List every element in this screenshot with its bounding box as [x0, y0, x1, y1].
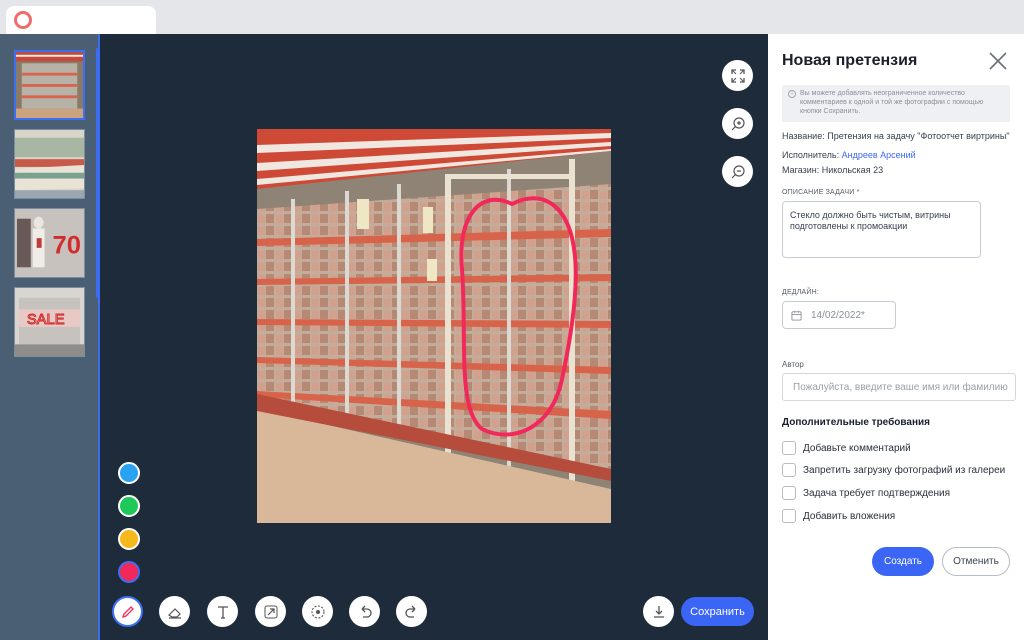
task-name-label: Название:: [782, 131, 825, 141]
description-textarea[interactable]: Стекло должно быть чистым, витрины подго…: [782, 201, 981, 258]
thumbnail-scrollbar[interactable]: [96, 48, 99, 298]
author-label: Автор: [782, 360, 804, 369]
extra-requirements-title: Дополнительные требования: [782, 417, 930, 428]
checkbox-add-attachments[interactable]: Добавить вложения: [782, 509, 895, 523]
refrigerated-shelves-photo: [257, 129, 611, 523]
undo-icon: [361, 605, 372, 618]
checkbox-label: Добавить вложения: [803, 510, 896, 522]
download-icon: [653, 605, 664, 618]
checkbox[interactable]: [782, 509, 796, 523]
svg-text:SALE: SALE: [27, 312, 65, 328]
task-name-value: Претензия на задачу "Фотоотчет виртрины": [827, 131, 1010, 141]
undo-button[interactable]: [349, 596, 380, 627]
color-swatch-red[interactable]: [118, 561, 140, 583]
deadline-label: ДЕДЛАЙН:: [782, 289, 820, 296]
blur-icon: [310, 604, 325, 619]
task-name-row: Название: Претензия на задачу "Фотоотчет…: [782, 131, 1010, 141]
assignee-label: Исполнитель:: [782, 150, 840, 160]
thumbnail-sale-window[interactable]: SALE: [14, 287, 85, 357]
zoom-out-icon: [731, 164, 745, 178]
refrigerated-shelves-photo: [16, 52, 83, 118]
info-box: i Вы можете добавлять неограниченное кол…: [782, 85, 1010, 122]
info-text: Вы можете добавлять неограниченное колич…: [800, 90, 984, 115]
thumbnail-refrigerated-shelves[interactable]: [14, 50, 85, 120]
svg-text:70: 70: [52, 232, 81, 260]
checkbox-add-comment[interactable]: Добавьте комментарий: [782, 441, 911, 455]
claim-panel: Новая претензия i Вы можете добавлять не…: [768, 34, 1024, 640]
zoom-in-button[interactable]: [722, 108, 753, 139]
browser-tab[interactable]: [6, 6, 156, 34]
expand-button[interactable]: [722, 60, 753, 91]
create-button[interactable]: Создать: [872, 547, 934, 576]
blur-tool-button[interactable]: [302, 596, 333, 627]
circle-logo-icon: [14, 11, 32, 29]
deadline-value: 14/02/2022*: [811, 309, 865, 321]
color-swatch-green[interactable]: [118, 495, 140, 517]
color-swatch-yellow[interactable]: [118, 528, 140, 550]
eraser-tool-button[interactable]: [159, 596, 190, 627]
save-image-button[interactable]: Сохранить: [681, 597, 754, 626]
arrow-icon: [264, 605, 277, 618]
eraser-icon: [167, 607, 181, 619]
store-value: Никольская 23: [821, 165, 884, 175]
checkbox-label: Задача требует подтверждения: [803, 487, 951, 499]
sale-window-photo: SALE: [15, 288, 84, 356]
thumbnail-mannequins[interactable]: 70: [14, 208, 85, 278]
zoom-out-button[interactable]: [722, 156, 753, 187]
checkbox-forbid-gallery[interactable]: Запретить загрузку фотографий из галереи: [782, 463, 1005, 477]
checkbox-requires-confirmation[interactable]: Задача требует подтверждения: [782, 486, 950, 500]
info-icon: i: [788, 90, 796, 98]
deli-counter-photo: [15, 130, 84, 198]
browser-chrome: [0, 0, 1024, 34]
store-label: Магазин:: [782, 165, 820, 175]
calendar-icon: [791, 310, 802, 321]
checkbox[interactable]: [782, 463, 796, 477]
checkbox[interactable]: [782, 486, 796, 500]
cancel-button[interactable]: Отменить: [942, 547, 1010, 576]
assignee-row: Исполнитель: Андреев Арсений: [782, 150, 916, 160]
checkbox[interactable]: [782, 441, 796, 455]
pencil-tool-button[interactable]: [112, 596, 143, 627]
assignee-link[interactable]: Андреев Арсений: [842, 150, 916, 160]
author-input[interactable]: [782, 373, 1016, 401]
mannequins-70-photo: 70: [15, 209, 84, 277]
checkbox-label: Добавьте комментарий: [803, 442, 911, 454]
panel-title: Новая претензия: [782, 52, 918, 69]
redo-icon: [404, 605, 415, 618]
download-button[interactable]: [643, 596, 674, 627]
color-swatch-blue[interactable]: [118, 462, 140, 484]
redo-button[interactable]: [396, 596, 427, 627]
zoom-in-icon: [731, 116, 745, 130]
arrow-tool-button[interactable]: [255, 596, 286, 627]
checkbox-label: Запретить загрузку фотографий из галереи: [803, 464, 1006, 476]
deadline-field[interactable]: 14/02/2022*: [782, 301, 896, 329]
image-editor: Сохранить: [100, 34, 768, 640]
close-icon[interactable]: [988, 51, 1008, 71]
pencil-icon: [121, 605, 134, 618]
description-label: ОПИСАНИЕ ЗАДАЧИ *: [782, 189, 860, 196]
photo-canvas[interactable]: [257, 129, 611, 523]
text-tool-button[interactable]: [207, 596, 238, 627]
thumbnail-sidebar: 70 SALE: [0, 34, 100, 640]
thumbnail-deli-counter[interactable]: [14, 129, 85, 199]
store-row: Магазин: Никольская 23: [782, 165, 883, 175]
expand-icon: [730, 68, 745, 83]
text-icon: [217, 605, 228, 619]
